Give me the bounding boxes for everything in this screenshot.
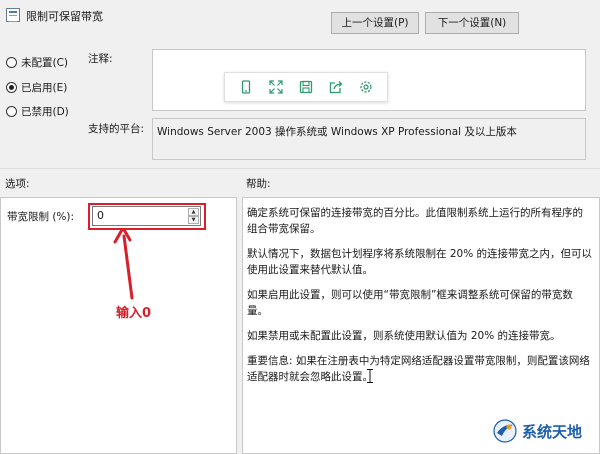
help-paragraph: 重要信息: 如果在注册表中为特定网络适配器设置带宽限制，则配置该网络适配器时就会… (247, 355, 590, 383)
platform-value: Windows Server 2003 操作系统或 Windows XP Pro… (152, 118, 586, 160)
radio-disabled[interactable]: 已禁用(D) (6, 104, 69, 119)
floating-toolbar (224, 72, 388, 102)
radio-enabled-indicator[interactable] (6, 82, 17, 93)
radio-not-configured[interactable]: 未配置(C) (6, 55, 68, 70)
settings-icon[interactable] (358, 79, 374, 95)
policy-icon (6, 8, 20, 22)
help-paragraph: 如果启用此设置，则可以使用“带宽限制”框来调整系统可保留的带宽数量。 (247, 289, 573, 317)
options-heading: 选项: (5, 178, 30, 190)
section-divider (0, 168, 600, 169)
radio-enabled-label: 已启用(E) (21, 82, 68, 94)
watermark-text: 系统天地 (522, 422, 583, 441)
bandwidth-limit-label: 带宽限制 (%): (7, 211, 75, 223)
annotation-text: 输入0 (116, 306, 152, 321)
fullscreen-icon[interactable] (268, 79, 284, 95)
radio-not-configured-label: 未配置(C) (21, 57, 69, 69)
previous-setting-button[interactable]: 上一个设置(P) (331, 12, 419, 34)
radio-disabled-label: 已禁用(D) (21, 106, 69, 118)
help-text: 确定系统可保留的连接带宽的百分比。此值限制系统上运行的所有程序的组合带宽保留。 … (247, 205, 592, 394)
watermark: 系统天地 (492, 418, 582, 444)
help-paragraph: 确定系统可保留的连接带宽的百分比。此值限制系统上运行的所有程序的组合带宽保留。 (247, 207, 583, 235)
radio-enabled[interactable]: 已启用(E) (6, 80, 67, 95)
platform-label: 支持的平台: (88, 123, 145, 135)
help-paragraph: 如果禁用或未配置此设置，则系统使用默认值为 20% 的连接带宽。 (247, 330, 561, 342)
radio-disabled-indicator[interactable] (6, 106, 17, 117)
window-title: 限制可保留带宽 (26, 10, 103, 23)
annotation-arrow-icon (113, 228, 134, 300)
highlight-box (88, 203, 206, 230)
watermark-logo-icon (493, 419, 517, 443)
save-icon[interactable] (298, 79, 314, 95)
comment-label: 注释: (88, 53, 113, 65)
next-setting-button[interactable]: 下一个设置(N) (425, 12, 519, 34)
radio-not-configured-indicator[interactable] (6, 57, 17, 68)
help-paragraph: 默认情况下，数据包计划程序将系统限制在 20% 的连接带宽之内，但可以使用此设置… (247, 248, 593, 276)
share-icon[interactable] (328, 79, 344, 95)
help-heading: 帮助: (246, 178, 271, 190)
text-cursor-icon (367, 369, 373, 383)
phone-icon[interactable] (238, 79, 254, 95)
